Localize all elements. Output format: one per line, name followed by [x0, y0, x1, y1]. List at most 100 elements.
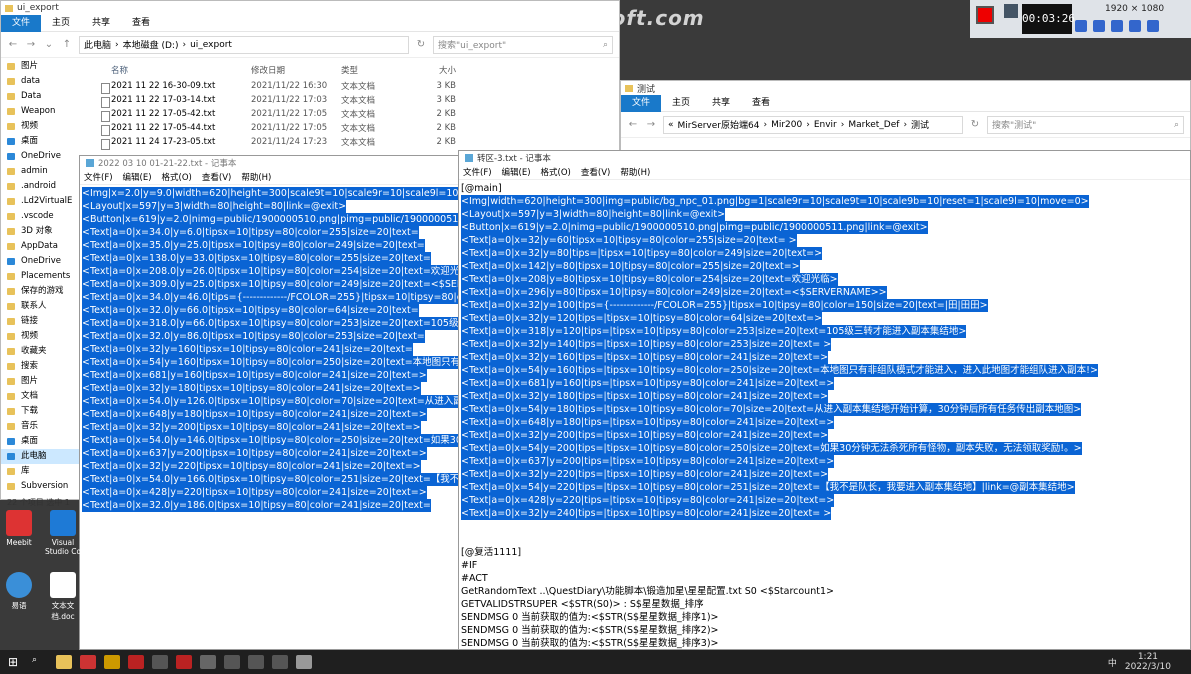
clock[interactable]: 1:21 2022/3/10	[1125, 652, 1191, 672]
camera-icon[interactable]	[1004, 4, 1018, 18]
nav-item[interactable]: Weapon	[1, 104, 81, 119]
tab-home[interactable]: 主页	[41, 15, 81, 32]
text-editor[interactable]: <Img|x=2.0|y=9.0|width=620|height=300|sc…	[80, 185, 463, 648]
tab-view[interactable]: 查看	[741, 95, 781, 112]
breadcrumb-item[interactable]: Envir	[814, 120, 837, 130]
breadcrumb-item[interactable]: Market_Def	[848, 120, 899, 130]
app-icon[interactable]	[128, 655, 144, 669]
app-icon[interactable]	[152, 655, 168, 669]
text-editor[interactable]: [@main] <Img|width=620|height=300|img=pu…	[459, 180, 1190, 649]
breadcrumb-item[interactable]: 本地磁盘 (D:)	[123, 38, 179, 51]
app-icon[interactable]	[248, 655, 264, 669]
search-icon[interactable]: ⌕	[32, 655, 48, 669]
refresh-icon[interactable]: ↻	[415, 39, 427, 50]
desktop-icon-vscode[interactable]: Visual Studio Co	[44, 510, 82, 556]
notepad-taskbar-icon[interactable]	[296, 655, 312, 669]
windows-start-icon[interactable]: ⊞	[8, 655, 24, 669]
nav-item[interactable]: 音乐	[1, 419, 81, 434]
back-arrow-icon[interactable]: ←	[7, 39, 19, 50]
breadcrumb-item[interactable]: 测试	[911, 118, 929, 131]
column-header[interactable]: 名称	[101, 64, 251, 76]
nav-item[interactable]: 此电脑	[1, 449, 81, 464]
nav-item[interactable]: 3D 对象	[1, 224, 81, 239]
breadcrumb-item[interactable]: ui_export	[190, 40, 232, 50]
search-input[interactable]: 搜索"测试" ⌕	[987, 115, 1184, 134]
pen-icon[interactable]	[1129, 20, 1141, 32]
nav-item[interactable]: 联系人	[1, 299, 81, 314]
breadcrumb-item[interactable]: MirServer原始端64	[678, 118, 760, 131]
breadcrumb-item[interactable]: Mir200	[771, 120, 802, 130]
nav-item[interactable]: admin	[1, 164, 81, 179]
tab-file[interactable]: 文件	[621, 94, 662, 112]
tab-share[interactable]: 共享	[701, 95, 741, 112]
nav-item[interactable]: .Ld2VirtualE	[1, 194, 81, 209]
app-icon[interactable]	[80, 655, 96, 669]
up-arrow-icon[interactable]: ↑	[61, 39, 73, 50]
nav-item[interactable]: 链接	[1, 314, 81, 329]
nav-item[interactable]: Subversion	[1, 479, 81, 494]
file-row[interactable]: 2021 11 22 16-30-09.txt 2021/11/22 16:30 文…	[101, 79, 621, 94]
nav-item[interactable]: 搜索	[1, 359, 81, 374]
nav-item[interactable]: 保存的游戏	[1, 284, 81, 299]
desktop-icon-app[interactable]: 易语	[0, 572, 38, 611]
tab-share[interactable]: 共享	[81, 15, 121, 32]
nav-item[interactable]: 图片	[1, 374, 81, 389]
mic-icon[interactable]	[1093, 20, 1105, 32]
nav-item[interactable]: Data	[1, 89, 81, 104]
nav-item[interactable]: 图片	[1, 59, 81, 74]
menu-help[interactable]: 帮助(H)	[241, 171, 271, 183]
app-icon[interactable]	[272, 655, 288, 669]
nav-item[interactable]: 桌面	[1, 434, 81, 449]
nav-item[interactable]: 视频	[1, 119, 81, 134]
column-header[interactable]: 修改日期	[251, 64, 341, 76]
desktop-icon-meebit[interactable]: Meebit	[0, 510, 38, 547]
menu-file[interactable]: 文件(F)	[84, 171, 113, 183]
menu-file[interactable]: 文件(F)	[463, 166, 492, 178]
desktop-icon-doc[interactable]: 文本文档.doc	[44, 572, 82, 622]
nav-item[interactable]: .android	[1, 179, 81, 194]
nav-item[interactable]: 桌面	[1, 134, 81, 149]
nav-item[interactable]: data	[1, 74, 81, 89]
ime-indicator[interactable]: 中	[1108, 656, 1117, 669]
refresh-icon[interactable]: ↻	[969, 119, 981, 130]
forward-arrow-icon[interactable]: →	[645, 119, 657, 130]
nav-item[interactable]: OneDrive	[1, 149, 81, 164]
nav-item[interactable]: Placements	[1, 269, 81, 284]
nav-item[interactable]: 库	[1, 464, 81, 479]
nav-item[interactable]: 视频	[1, 329, 81, 344]
file-row[interactable]: 2021 11 22 17-05-44.txt 2021/11/22 17:05 文…	[101, 121, 621, 136]
menu-edit[interactable]: 编辑(E)	[502, 166, 531, 178]
column-header[interactable]: 类型	[341, 64, 416, 76]
speaker-icon[interactable]	[1075, 20, 1087, 32]
app-icon[interactable]	[104, 655, 120, 669]
menu-edit[interactable]: 编辑(E)	[123, 171, 152, 183]
breadcrumb-item[interactable]: 此电脑	[84, 38, 111, 51]
column-header[interactable]: 大小	[416, 64, 456, 76]
nav-item[interactable]: 下载	[1, 404, 81, 419]
webcam-icon[interactable]	[1111, 20, 1123, 32]
menu-view[interactable]: 查看(V)	[581, 166, 610, 178]
record-stop-button[interactable]	[976, 6, 994, 24]
file-row[interactable]: 2021 11 24 17-23-05.txt 2021/11/24 17:23 文…	[101, 135, 621, 150]
menu-help[interactable]: 帮助(H)	[620, 166, 650, 178]
file-explorer-icon[interactable]	[56, 655, 72, 669]
app-icon[interactable]	[176, 655, 192, 669]
back-arrow-icon[interactable]: ←	[627, 119, 639, 130]
menu-format[interactable]: 格式(O)	[541, 166, 571, 178]
app-icon[interactable]	[224, 655, 240, 669]
file-row[interactable]: 2021 11 22 17-03-14.txt 2021/11/22 17:03 文…	[101, 93, 621, 108]
address-bar[interactable]: « MirServer原始端64 › Mir200 › Envir › Market_…	[663, 115, 963, 134]
file-row[interactable]: 2021 11 22 17-05-42.txt 2021/11/22 17:05 文…	[101, 107, 621, 122]
tab-home[interactable]: 主页	[661, 95, 701, 112]
nav-item[interactable]: 文档	[1, 389, 81, 404]
chevron-down-icon[interactable]: ⌄	[43, 39, 55, 50]
settings-icon[interactable]	[1147, 20, 1159, 32]
menu-format[interactable]: 格式(O)	[162, 171, 192, 183]
nav-item[interactable]: AppData	[1, 239, 81, 254]
tab-file[interactable]: 文件	[1, 14, 42, 32]
menu-view[interactable]: 查看(V)	[202, 171, 231, 183]
tab-view[interactable]: 查看	[121, 15, 161, 32]
app-icon[interactable]	[200, 655, 216, 669]
nav-item[interactable]: 收藏夹	[1, 344, 81, 359]
nav-item[interactable]: OneDrive	[1, 254, 81, 269]
